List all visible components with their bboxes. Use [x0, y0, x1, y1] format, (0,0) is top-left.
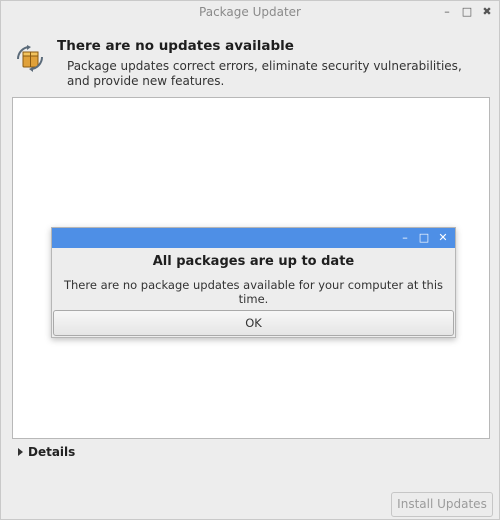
window-controls: – □ ✖: [441, 4, 493, 20]
dialog-controls: – □ ✕: [399, 229, 449, 247]
dialog-maximize-icon[interactable]: □: [418, 229, 430, 247]
dialog-close-icon[interactable]: ✕: [437, 229, 449, 247]
dialog-minimize-icon[interactable]: –: [399, 229, 411, 247]
up-to-date-dialog: – □ ✕ All packages are up to date There …: [51, 227, 456, 338]
expander-arrow-icon: [18, 448, 23, 456]
maximize-icon[interactable]: □: [461, 4, 473, 20]
header-description: Package updates correct errors, eliminat…: [67, 59, 462, 88]
window-title: Package Updater: [199, 5, 301, 19]
window-titlebar[interactable]: Package Updater – □ ✖: [1, 1, 499, 25]
details-expander[interactable]: Details: [18, 445, 75, 459]
install-updates-button[interactable]: Install Updates: [391, 492, 493, 517]
ok-button[interactable]: OK: [53, 310, 454, 336]
dialog-title: All packages are up to date: [152, 254, 355, 269]
package-updater-icon: [15, 43, 45, 73]
package-updater-window: Package Updater – □ ✖ There are no updat…: [0, 0, 500, 520]
page-title: There are no updates available: [57, 38, 294, 54]
details-label: Details: [28, 445, 76, 459]
minimize-icon[interactable]: –: [441, 4, 453, 20]
dialog-message: There are no package updates available f…: [63, 278, 444, 306]
dialog-titlebar[interactable]: – □ ✕: [52, 228, 455, 248]
close-icon[interactable]: ✖: [481, 4, 493, 20]
